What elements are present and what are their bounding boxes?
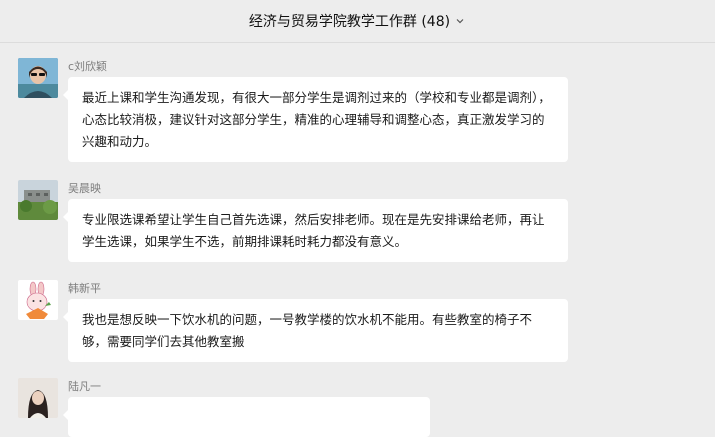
- message-bubble[interactable]: [63, 397, 430, 437]
- sender-name: 韩新平: [68, 282, 101, 295]
- chevron-down-icon[interactable]: [454, 15, 466, 27]
- chat-title: 经济与贸易学院教学工作群 (48): [248, 14, 451, 30]
- chat-title-dropdown[interactable]: 经济与贸易学院教学工作群 (48): [249, 11, 466, 31]
- avatar[interactable]: [18, 378, 58, 418]
- message-bubble[interactable]: 最近上课和学生沟通发现，有很大一部分学生是调剂过来的（学校和专业都是调剂），心态…: [63, 77, 568, 162]
- chat-header: 经济与贸易学院教学工作群 (48): [0, 0, 715, 43]
- sender-name: 吴晨映: [68, 182, 101, 195]
- message-bubble[interactable]: 我也是想反映一下饮水机的问题，一号教学楼的饮水机不能用。有些教室的椅子不够，需要…: [63, 299, 568, 362]
- sender-name: c刘欣颖: [68, 60, 108, 73]
- avatar[interactable]: [18, 280, 58, 320]
- message-bubble[interactable]: 专业限选课希望让学生自己首先选课，然后安排老师。现在是先安排课给老师，再让学生选…: [63, 199, 568, 262]
- avatar[interactable]: [18, 58, 58, 98]
- sender-name: 陆凡一: [68, 380, 101, 393]
- avatar[interactable]: [18, 180, 58, 220]
